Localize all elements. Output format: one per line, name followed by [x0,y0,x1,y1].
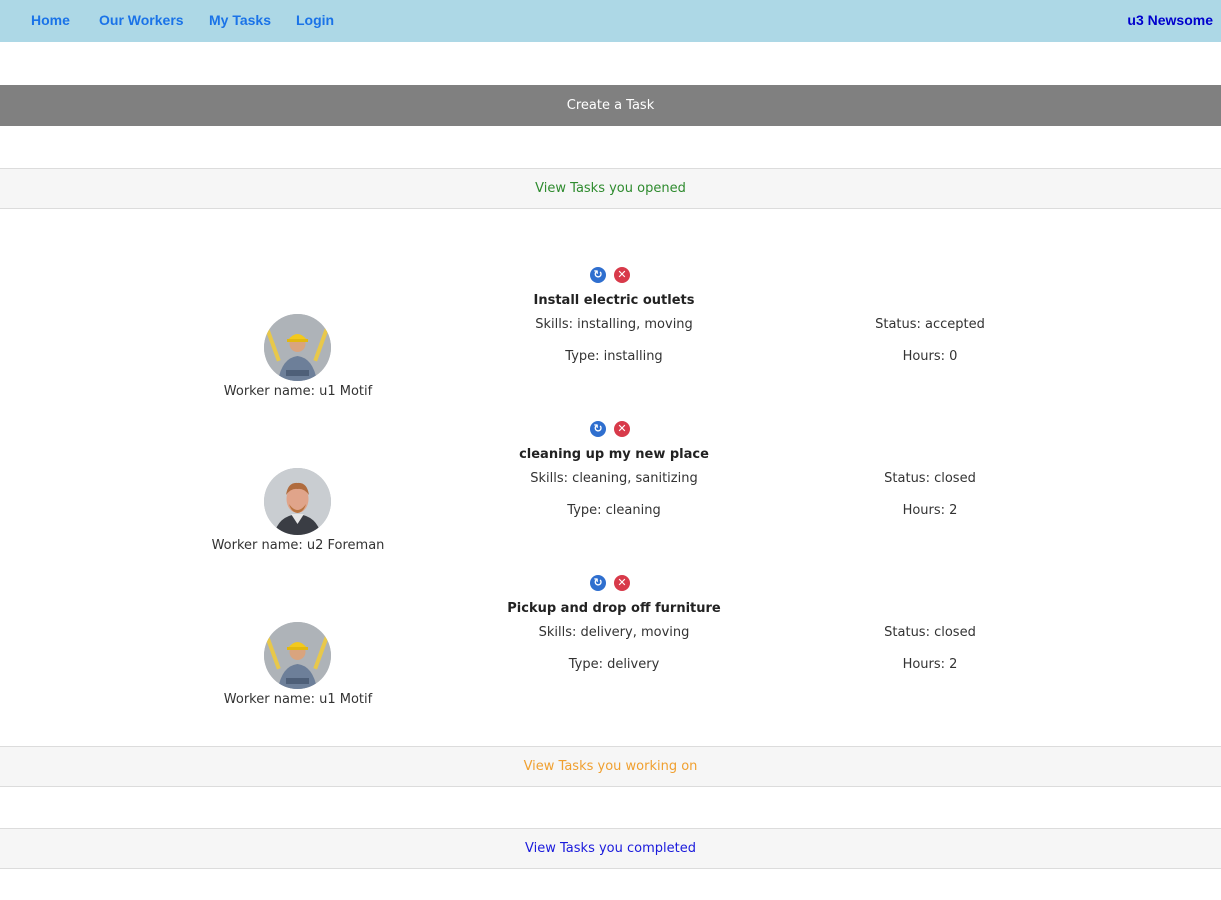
task-status: Status: closed [884,625,976,640]
close-icon[interactable]: ✕ [614,421,630,437]
task-status: Status: accepted [875,317,985,332]
task-title: Install electric outlets [533,293,695,308]
close-icon[interactable]: ✕ [614,575,630,591]
worker-portrait-avatar-image [264,468,331,535]
task-title: Pickup and drop off furniture [507,601,721,616]
refresh-icon[interactable]: ↻ [590,267,606,283]
nav-our-workers-link[interactable]: Our Workers [99,12,184,28]
task-type: Type: installing [565,349,663,364]
task-type: Type: delivery [568,657,660,672]
worker-name: Worker name: u1 Motif [223,384,373,399]
create-task-button[interactable]: Create a Task [0,85,1221,126]
worker-hardhat-avatar-image [264,622,331,689]
close-icon[interactable]: ✕ [614,267,630,283]
task-skills: Skills: cleaning, sanitizing [530,471,698,486]
worker-hardhat-avatar-image [264,314,331,381]
task-hours: Hours: 2 [902,503,958,518]
refresh-icon[interactable]: ↻ [590,575,606,591]
task-card: ↻ ✕ cleaning up my new place Skills: cle… [0,421,1221,571]
task-hours: Hours: 0 [902,349,958,364]
worker-name: Worker name: u1 Motif [223,692,373,707]
worker-avatar [264,314,331,381]
task-hours: Hours: 2 [902,657,958,672]
view-tasks-working-on-toggle[interactable]: View Tasks you working on [0,746,1221,787]
task-status: Status: closed [884,471,976,486]
worker-name: Worker name: u2 Foreman [211,538,385,553]
nav-my-tasks-link[interactable]: My Tasks [209,12,271,28]
task-type: Type: cleaning [567,503,661,518]
nav-home-link[interactable]: Home [31,12,70,28]
task-card: ↻ ✕ Pickup and drop off furniture Skills… [0,575,1221,725]
view-tasks-completed-toggle[interactable]: View Tasks you completed [0,828,1221,869]
task-skills: Skills: installing, moving [535,317,693,332]
worker-avatar [264,468,331,535]
top-navbar: Home Our Workers My Tasks Login u3 Newso… [0,0,1221,42]
view-tasks-opened-toggle[interactable]: View Tasks you opened [0,168,1221,209]
current-user-name[interactable]: u3 Newsome [1127,12,1213,28]
task-card: ↻ ✕ Install electric outlets Skills: ins… [0,267,1221,417]
worker-avatar [264,622,331,689]
task-skills: Skills: delivery, moving [538,625,690,640]
nav-login-link[interactable]: Login [296,12,334,28]
refresh-icon[interactable]: ↻ [590,421,606,437]
task-title: cleaning up my new place [519,447,709,462]
